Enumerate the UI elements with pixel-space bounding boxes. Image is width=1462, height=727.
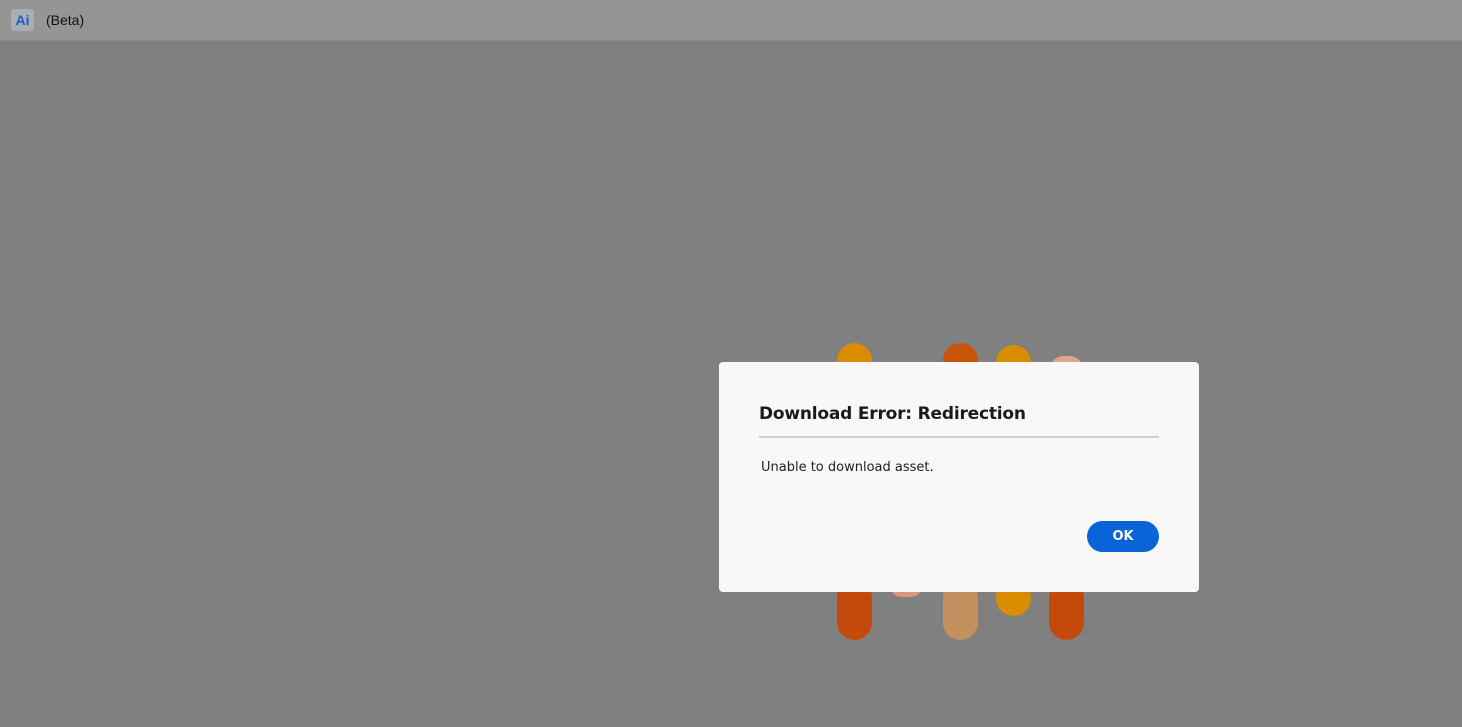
error-dialog: Download Error: Redirection Unable to do… — [719, 362, 1199, 592]
dialog-message: Unable to download asset. — [761, 460, 934, 475]
illustrator-app-icon: Ai — [11, 9, 34, 31]
dialog-divider — [759, 436, 1159, 438]
ok-button[interactable]: OK — [1087, 521, 1159, 552]
title-bar: Ai (Beta) — [0, 0, 1462, 41]
dialog-title: Download Error: Redirection — [759, 404, 1026, 424]
app-beta-label: (Beta) — [46, 12, 85, 28]
